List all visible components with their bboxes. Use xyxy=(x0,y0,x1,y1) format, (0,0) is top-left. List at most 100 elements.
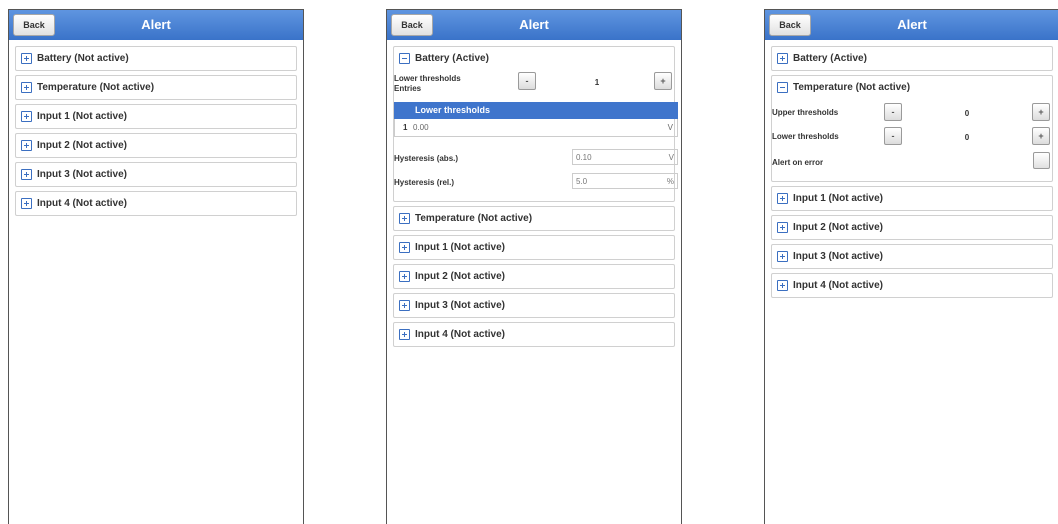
section-input-2[interactable]: Input 2 (Not active) xyxy=(771,215,1053,240)
section-temperature[interactable]: Temperature (Not active) xyxy=(15,75,297,100)
section-input-4[interactable]: Input 4 (Not active) xyxy=(15,191,297,216)
section-label: Battery (Active) xyxy=(415,53,489,64)
section-label: Temperature (Not active) xyxy=(793,82,911,93)
lower-thresholds-stepper: Lower thresholds Entries - 1 + xyxy=(394,70,674,100)
section-input-2[interactable]: Input 2 (Not active) xyxy=(15,133,297,158)
expand-icon xyxy=(777,251,788,262)
header-bar: Back Alert xyxy=(9,10,303,40)
alert-screen-collapsed: Back Alert Battery (Not active) Temperat… xyxy=(8,9,304,524)
section-input-3[interactable]: Input 3 (Not active) xyxy=(393,293,675,318)
increment-button[interactable]: + xyxy=(1032,103,1050,121)
header-bar: Back Alert xyxy=(765,10,1058,40)
hysteresis-abs-label: Hysteresis (abs.) xyxy=(394,154,459,163)
expand-icon xyxy=(777,280,788,291)
section-input-1[interactable]: Input 1 (Not active) xyxy=(393,235,675,260)
entries-label: Entries xyxy=(394,84,422,93)
hysteresis-rel-row: Hysteresis (rel.) 5.0 % xyxy=(394,171,678,197)
section-temperature-header[interactable]: Temperature (Not active) xyxy=(772,76,1052,99)
section-label: Input 2 (Not active) xyxy=(793,222,884,233)
expand-icon xyxy=(399,271,410,282)
count-value: 1 xyxy=(594,78,600,87)
thresholds-table: Lower thresholds 1 0.00 V xyxy=(394,102,678,137)
hysteresis-rel-input[interactable]: 5.0 % xyxy=(572,173,678,189)
expand-icon xyxy=(399,242,410,253)
alert-screen-battery-expanded: Back Alert Battery (Active) Lower thresh… xyxy=(386,9,682,524)
section-input-4[interactable]: Input 4 (Not active) xyxy=(771,273,1053,298)
field-value: 5.0 xyxy=(576,177,588,186)
section-label: Input 1 (Not active) xyxy=(793,193,884,204)
field-unit: V xyxy=(668,153,674,162)
alert-screen-temperature-expanded: Back Alert Battery (Active) Temperature … xyxy=(764,9,1058,524)
row-index: 1 xyxy=(403,123,408,132)
lower-thresholds-value: 0 xyxy=(964,133,970,142)
expand-icon xyxy=(21,140,32,151)
section-label: Input 4 (Not active) xyxy=(793,280,884,291)
section-label: Input 3 (Not active) xyxy=(415,300,506,311)
section-label: Input 4 (Not active) xyxy=(37,198,128,209)
decrement-button[interactable]: - xyxy=(884,103,902,121)
section-list: Battery (Active) Lower thresholds Entrie… xyxy=(387,40,681,347)
row-value: 0.00 xyxy=(413,123,429,132)
section-input-3[interactable]: Input 3 (Not active) xyxy=(771,244,1053,269)
decrement-button[interactable]: - xyxy=(518,72,536,90)
section-label: Temperature (Not active) xyxy=(415,213,533,224)
section-input-2[interactable]: Input 2 (Not active) xyxy=(393,264,675,289)
section-label: Input 3 (Not active) xyxy=(37,169,128,180)
hysteresis-abs-row: Hysteresis (abs.) 0.10 V xyxy=(394,145,678,171)
section-battery: Battery (Active) Lower thresholds Entrie… xyxy=(393,46,678,202)
expand-icon xyxy=(777,193,788,204)
section-label: Input 4 (Not active) xyxy=(415,329,506,340)
section-label: Temperature (Not active) xyxy=(37,82,155,93)
expand-icon xyxy=(777,222,788,233)
section-label: Input 2 (Not active) xyxy=(415,271,506,282)
alert-on-error-row: Alert on error xyxy=(772,151,1052,177)
section-temperature[interactable]: Temperature (Not active) xyxy=(393,206,675,231)
increment-button[interactable]: + xyxy=(1032,127,1050,145)
section-label: Input 3 (Not active) xyxy=(793,251,884,262)
expand-icon xyxy=(21,82,32,93)
section-input-4[interactable]: Input 4 (Not active) xyxy=(393,322,675,347)
expand-icon xyxy=(21,53,32,64)
lower-thresholds-label: Lower thresholds xyxy=(772,132,839,141)
collapse-icon xyxy=(777,82,788,93)
increment-button[interactable]: + xyxy=(654,72,672,90)
collapse-icon xyxy=(399,53,410,64)
row-unit: V xyxy=(667,123,673,132)
section-label: Input 1 (Not active) xyxy=(415,242,506,253)
alert-on-error-label: Alert on error xyxy=(772,158,824,167)
expand-icon xyxy=(399,300,410,311)
back-button[interactable]: Back xyxy=(391,14,433,36)
lower-thresholds-stepper: Lower thresholds - 0 + xyxy=(772,125,1052,151)
expand-icon xyxy=(399,213,410,224)
section-input-1[interactable]: Input 1 (Not active) xyxy=(771,186,1053,211)
section-label: Input 2 (Not active) xyxy=(37,140,128,151)
lower-thresholds-label: Lower thresholds xyxy=(394,74,461,83)
expand-icon xyxy=(777,53,788,64)
section-temperature: Temperature (Not active) Upper threshold… xyxy=(771,75,1053,182)
expand-icon xyxy=(21,111,32,122)
section-input-3[interactable]: Input 3 (Not active) xyxy=(15,162,297,187)
hysteresis-abs-input[interactable]: 0.10 V xyxy=(572,149,678,165)
field-unit: % xyxy=(666,177,674,186)
back-button[interactable]: Back xyxy=(13,14,55,36)
section-label: Input 1 (Not active) xyxy=(37,111,128,122)
field-value: 0.10 xyxy=(576,153,592,162)
table-row[interactable]: 1 0.00 V xyxy=(394,119,678,137)
decrement-button[interactable]: - xyxy=(884,127,902,145)
upper-thresholds-value: 0 xyxy=(964,109,970,118)
section-list: Battery (Active) Temperature (Not active… xyxy=(765,40,1058,298)
section-label: Battery (Active) xyxy=(793,53,867,64)
expand-icon xyxy=(21,169,32,180)
table-header: Lower thresholds xyxy=(394,102,678,119)
section-battery[interactable]: Battery (Active) xyxy=(771,46,1053,71)
back-button[interactable]: Back xyxy=(769,14,811,36)
expand-icon xyxy=(399,329,410,340)
section-label: Battery (Not active) xyxy=(37,53,129,64)
section-input-1[interactable]: Input 1 (Not active) xyxy=(15,104,297,129)
hysteresis-rel-label: Hysteresis (rel.) xyxy=(394,178,455,187)
alert-on-error-checkbox[interactable] xyxy=(1033,152,1050,169)
upper-thresholds-label: Upper thresholds xyxy=(772,108,839,117)
section-battery-header[interactable]: Battery (Active) xyxy=(394,47,674,70)
expand-icon xyxy=(21,198,32,209)
section-battery[interactable]: Battery (Not active) xyxy=(15,46,297,71)
